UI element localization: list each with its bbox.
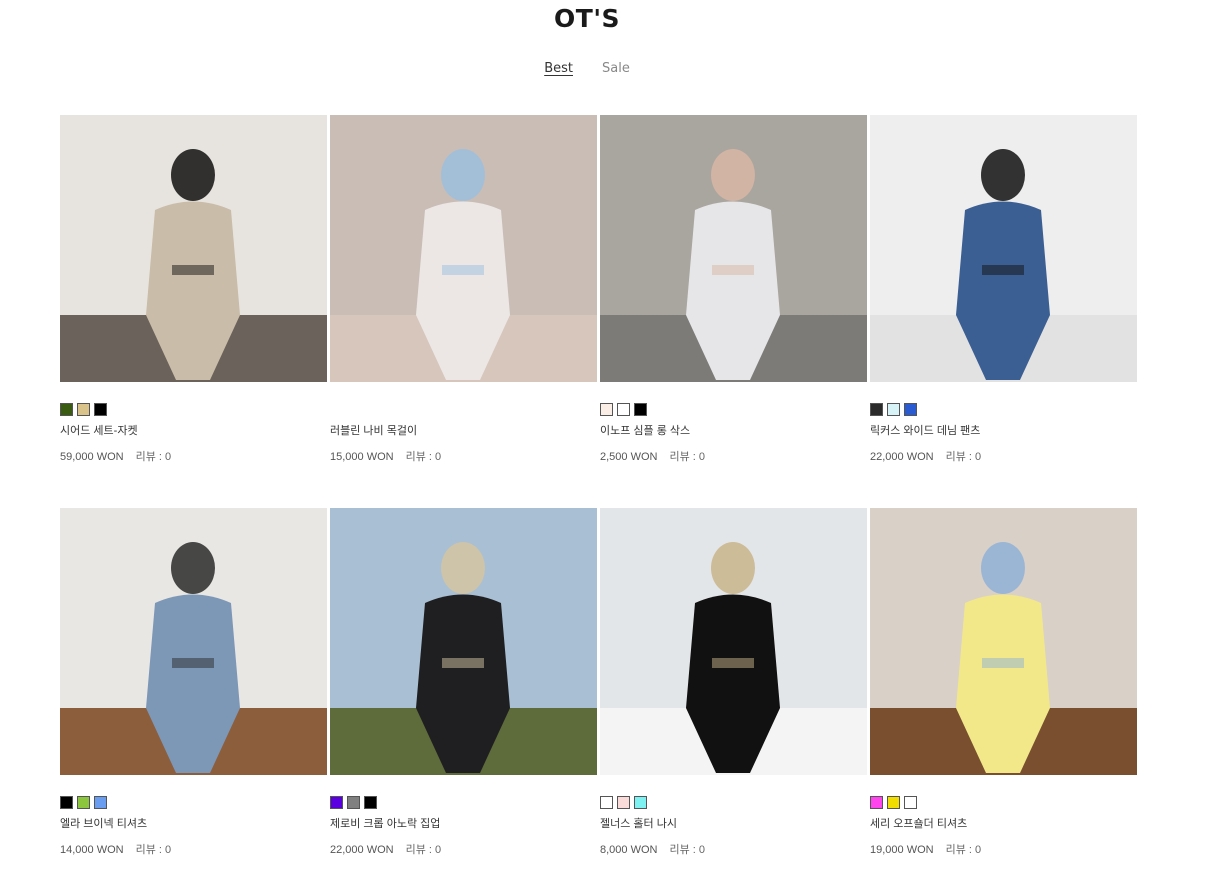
product-name[interactable]: 세리 오프숄더 티셔츠: [870, 815, 1137, 830]
product-price: 15,000 WON: [330, 451, 394, 463]
color-swatch[interactable]: [600, 796, 613, 809]
product-meta: 14,000 WON 리뷰 : 0: [60, 841, 327, 857]
product-meta: 15,000 WON 리뷰 : 0: [330, 448, 597, 464]
color-swatch[interactable]: [904, 796, 917, 809]
review-label: 리뷰 :: [945, 844, 976, 856]
category-tabs: Best Sale: [0, 61, 1174, 76]
color-swatch[interactable]: [330, 796, 343, 809]
product-image[interactable]: [60, 508, 327, 775]
color-swatch[interactable]: [364, 796, 377, 809]
color-swatch[interactable]: [887, 796, 900, 809]
product-name[interactable]: 릭커스 와이드 데님 팬츠: [870, 422, 1137, 437]
product-meta: 22,000 WON 리뷰 : 0: [330, 841, 597, 857]
product-meta: 22,000 WON 리뷰 : 0: [870, 448, 1137, 464]
color-swatches: [60, 796, 327, 809]
review-label: 리뷰 :: [135, 451, 166, 463]
review-label: 리뷰 :: [405, 451, 436, 463]
color-swatch[interactable]: [634, 796, 647, 809]
product-name[interactable]: 제로비 크롭 아노락 집업: [330, 815, 597, 830]
product-card[interactable]: 젤너스 홀터 나시 8,000 WON 리뷰 : 0: [600, 508, 867, 857]
color-swatch[interactable]: [887, 403, 900, 416]
color-swatches: [600, 796, 867, 809]
product-card[interactable]: 제로비 크롭 아노락 집업 22,000 WON 리뷰 : 0: [330, 508, 597, 857]
product-card[interactable]: 릭커스 와이드 데님 팬츠 22,000 WON 리뷰 : 0: [870, 115, 1137, 464]
color-swatch[interactable]: [870, 403, 883, 416]
product-image[interactable]: [330, 115, 597, 382]
product-price: 14,000 WON: [60, 844, 124, 856]
product-price: 22,000 WON: [330, 844, 394, 856]
product-name[interactable]: 러블린 나비 목걸이: [330, 422, 597, 437]
product-image[interactable]: [870, 508, 1137, 775]
color-swatch[interactable]: [600, 403, 613, 416]
color-swatches: [870, 796, 1137, 809]
review-count: 0: [165, 451, 172, 463]
color-swatches: [600, 403, 867, 416]
product-price: 19,000 WON: [870, 844, 934, 856]
color-swatches: [60, 403, 327, 416]
product-name[interactable]: 시어드 세트-자켓: [60, 422, 327, 437]
product-image[interactable]: [600, 508, 867, 775]
tab-sale[interactable]: Sale: [602, 61, 630, 76]
product-name[interactable]: 엘라 브이넥 티셔츠: [60, 815, 327, 830]
color-swatches: [330, 403, 597, 416]
color-swatch[interactable]: [60, 403, 73, 416]
product-card[interactable]: 러블린 나비 목걸이 15,000 WON 리뷰 : 0: [330, 115, 597, 464]
color-swatch[interactable]: [617, 796, 630, 809]
product-name[interactable]: 이노프 심플 롱 삭스: [600, 422, 867, 437]
review-label: 리뷰 :: [669, 844, 699, 856]
color-swatch[interactable]: [617, 403, 630, 416]
color-swatch[interactable]: [347, 796, 360, 809]
product-meta: 59,000 WON 리뷰 : 0: [60, 448, 327, 464]
color-swatch[interactable]: [904, 403, 917, 416]
color-swatch[interactable]: [870, 796, 883, 809]
product-meta: 19,000 WON 리뷰 : 0: [870, 841, 1137, 857]
review-count: 0: [435, 451, 442, 463]
color-swatch[interactable]: [77, 403, 90, 416]
product-meta: 2,500 WON 리뷰 : 0: [600, 448, 867, 464]
product-card[interactable]: 엘라 브이넥 티셔츠 14,000 WON 리뷰 : 0: [60, 508, 327, 857]
review-count: 0: [698, 451, 706, 463]
review-label: 리뷰 :: [945, 451, 976, 463]
product-card[interactable]: 세리 오프숄더 티셔츠 19,000 WON 리뷰 : 0: [870, 508, 1137, 857]
review-label: 리뷰 :: [135, 844, 166, 856]
color-swatch[interactable]: [94, 796, 107, 809]
brand-logo[interactable]: OT'S: [0, 4, 1174, 33]
product-card[interactable]: 시어드 세트-자켓 59,000 WON 리뷰 : 0: [60, 115, 327, 464]
color-swatch[interactable]: [60, 796, 73, 809]
product-card[interactable]: 이노프 심플 롱 삭스 2,500 WON 리뷰 : 0: [600, 115, 867, 464]
product-image[interactable]: [870, 115, 1137, 382]
product-price: 2,500 WON: [600, 451, 658, 463]
product-meta: 8,000 WON 리뷰 : 0: [600, 841, 867, 857]
review-count: 0: [698, 844, 706, 856]
product-price: 22,000 WON: [870, 451, 934, 463]
review-label: 리뷰 :: [405, 844, 436, 856]
tab-best[interactable]: Best: [544, 61, 573, 76]
product-image[interactable]: [330, 508, 597, 775]
review-count: 0: [435, 844, 442, 856]
product-image[interactable]: [60, 115, 327, 382]
review-count: 0: [975, 451, 982, 463]
color-swatches: [870, 403, 1137, 416]
color-swatches: [330, 796, 597, 809]
product-price: 8,000 WON: [600, 844, 658, 856]
product-price: 59,000 WON: [60, 451, 124, 463]
color-swatch[interactable]: [77, 796, 90, 809]
review-count: 0: [165, 844, 172, 856]
color-swatch[interactable]: [634, 403, 647, 416]
product-image[interactable]: [600, 115, 867, 382]
product-name[interactable]: 젤너스 홀터 나시: [600, 815, 867, 830]
color-swatch[interactable]: [94, 403, 107, 416]
review-label: 리뷰 :: [669, 451, 699, 463]
review-count: 0: [975, 844, 982, 856]
